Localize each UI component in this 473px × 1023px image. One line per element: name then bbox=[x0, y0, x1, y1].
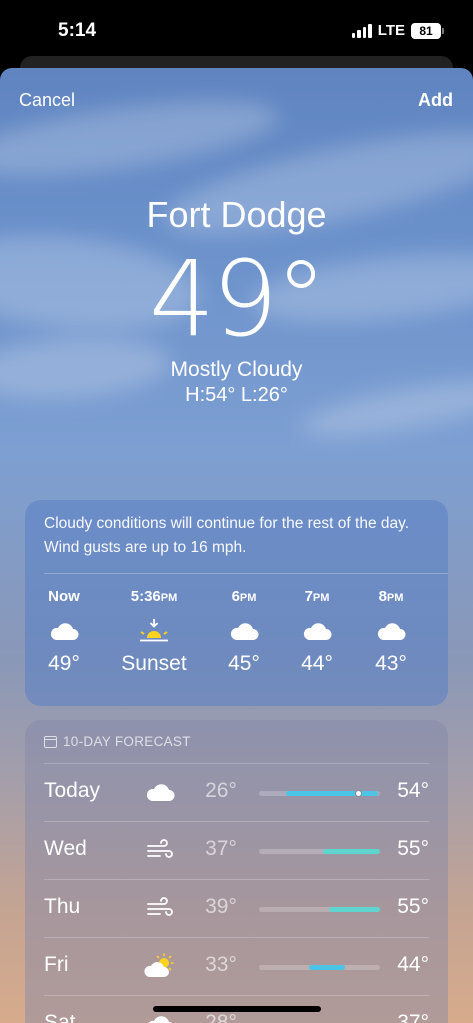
status-bar: 5:14 LTE 81 bbox=[0, 0, 473, 62]
current-temperature-dot bbox=[354, 790, 362, 797]
hourly-item: 6PM 45° bbox=[209, 588, 279, 676]
temperature-range-fill bbox=[308, 965, 345, 970]
add-button[interactable]: Add bbox=[418, 90, 453, 111]
cloud-icon bbox=[282, 614, 352, 648]
forecast-summary: Cloudy conditions will continue for the … bbox=[44, 515, 410, 556]
hour-label: 8 bbox=[378, 588, 387, 605]
hour-label: 6 bbox=[231, 588, 240, 605]
home-indicator[interactable] bbox=[153, 1006, 321, 1012]
wind-icon bbox=[144, 836, 176, 864]
temperature-range-fill bbox=[285, 791, 378, 796]
hour-value: 44° bbox=[301, 652, 333, 675]
current-condition: Mostly Cloudy bbox=[170, 358, 303, 381]
cancel-button[interactable]: Cancel bbox=[19, 90, 75, 111]
divider bbox=[44, 573, 448, 574]
partly-sunny-icon bbox=[144, 952, 176, 980]
forecast-title: 10-DAY FORECAST bbox=[63, 734, 191, 749]
calendar-icon bbox=[44, 735, 57, 748]
current-temperature: 49° bbox=[148, 238, 327, 360]
hour-label: 5:36 bbox=[130, 588, 161, 605]
signal-icon bbox=[351, 23, 372, 38]
cloud-icon bbox=[29, 614, 99, 648]
hour-value: Sunset bbox=[121, 652, 187, 675]
hourly-item: Now 49° bbox=[29, 588, 99, 676]
hour-value: 43° bbox=[375, 652, 407, 675]
sunset-icon bbox=[109, 614, 199, 648]
forecast-low: 28° bbox=[205, 1011, 237, 1023]
forecast-day: Thu bbox=[44, 895, 81, 918]
forecast-high: 55° bbox=[397, 837, 429, 860]
hour-label: 7 bbox=[304, 588, 313, 605]
forecast-row[interactable]: Today 26° 54° bbox=[44, 763, 429, 821]
forecast-high: 55° bbox=[397, 895, 429, 918]
network-label: LTE bbox=[377, 22, 405, 39]
hour-suffix: PM bbox=[386, 592, 404, 604]
temperature-range-fill bbox=[323, 849, 380, 854]
wind-icon bbox=[144, 894, 176, 922]
status-indicators: LTE 81 bbox=[351, 22, 444, 39]
hourly-item: 5:36PM Sunset bbox=[109, 588, 199, 676]
forecast-day: Today bbox=[44, 779, 101, 802]
forecast-high: 54° bbox=[397, 779, 429, 802]
temperature-range-bar bbox=[259, 965, 380, 970]
forecast-high: 37° bbox=[397, 1011, 429, 1023]
forecast-low: 26° bbox=[205, 779, 237, 802]
high-low: H:54° L:26° bbox=[185, 384, 288, 406]
ten-day-forecast-card[interactable]: 10-DAY FORECAST Today 26° 54° Wed 37° 55… bbox=[25, 720, 448, 1023]
hourly-item: 7PM 44° bbox=[282, 588, 352, 676]
hour-label: Now bbox=[48, 588, 80, 605]
cloud-icon bbox=[144, 778, 176, 806]
forecast-day: Wed bbox=[44, 837, 87, 860]
forecast-header: 10-DAY FORECAST bbox=[44, 734, 191, 749]
battery-level: 81 bbox=[419, 23, 433, 38]
hourly-item: 8PM 43° bbox=[356, 588, 426, 676]
battery-icon: 81 bbox=[411, 22, 444, 39]
cloud-icon bbox=[356, 614, 426, 648]
weather-preview-sheet: Cancel Add Fort Dodge 49° Mostly Cloudy … bbox=[0, 68, 473, 1023]
forecast-low: 33° bbox=[205, 953, 237, 976]
forecast-low: 39° bbox=[205, 895, 237, 918]
temperature-range-bar bbox=[259, 790, 380, 797]
temperature-range-bar bbox=[259, 907, 380, 912]
forecast-row[interactable]: Wed 37° 55° bbox=[44, 821, 429, 879]
forecast-low: 37° bbox=[205, 837, 237, 860]
temperature-range-bar bbox=[259, 849, 380, 854]
city-name: Fort Dodge bbox=[146, 194, 327, 235]
forecast-day: Sat bbox=[44, 1011, 76, 1023]
cloud-icon bbox=[209, 614, 279, 648]
forecast-day: Fri bbox=[44, 953, 69, 976]
hour-value: 49° bbox=[48, 652, 80, 675]
hour-value: 45° bbox=[228, 652, 260, 675]
forecast-row[interactable]: Thu 39° 55° bbox=[44, 879, 429, 937]
forecast-row[interactable]: Fri 33° 44° bbox=[44, 937, 429, 995]
hour-suffix: PM bbox=[160, 592, 178, 604]
status-time: 5:14 bbox=[58, 20, 97, 41]
hour-suffix: PM bbox=[239, 592, 257, 604]
hour-suffix: PM bbox=[312, 592, 330, 604]
hourly-forecast-card[interactable]: Cloudy conditions will continue for the … bbox=[25, 500, 448, 706]
temperature-range-fill bbox=[329, 907, 380, 912]
forecast-high: 44° bbox=[397, 953, 429, 976]
